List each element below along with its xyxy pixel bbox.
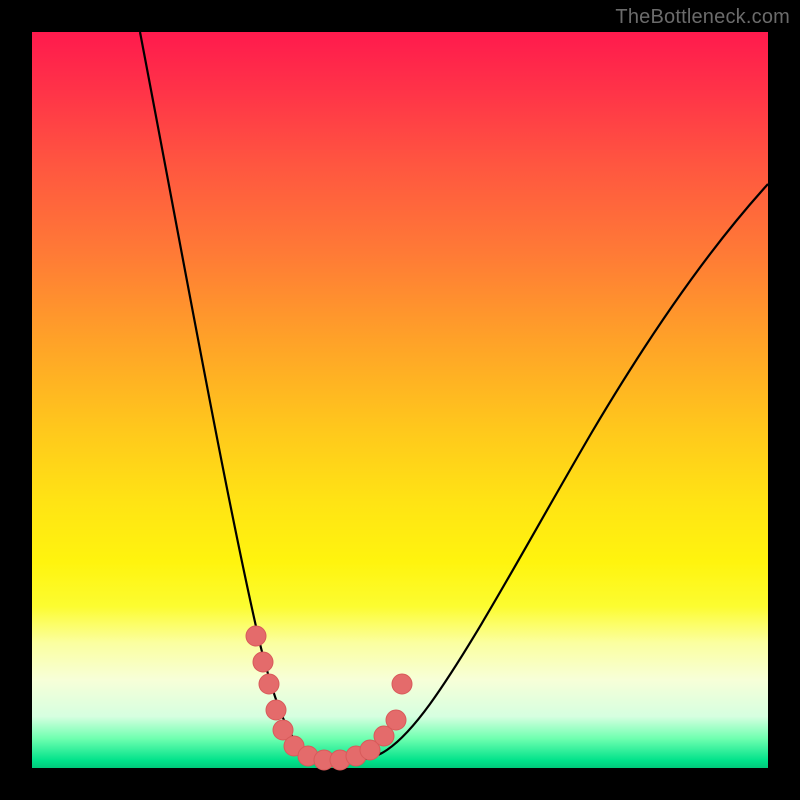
marker [386, 710, 406, 730]
chart-frame: TheBottleneck.com [0, 0, 800, 800]
marker [266, 700, 286, 720]
curve-right [352, 184, 768, 759]
watermark-text: TheBottleneck.com [615, 6, 790, 29]
marker [259, 674, 279, 694]
curve-left [140, 32, 352, 763]
chart-svg [32, 32, 768, 768]
chart-plot-area [32, 32, 768, 768]
marker [392, 674, 412, 694]
marker [253, 652, 273, 672]
marker [246, 626, 266, 646]
marker-group [246, 626, 412, 770]
